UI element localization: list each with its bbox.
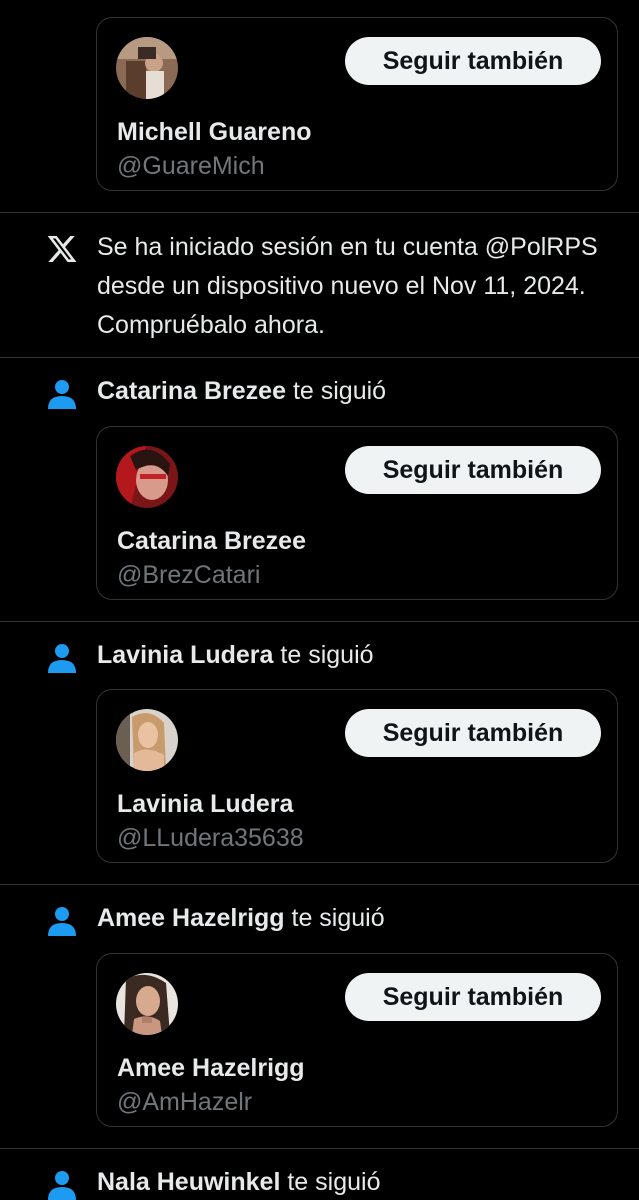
- follow-notification-text[interactable]: Amee Hazelrigg te siguió: [97, 904, 385, 933]
- divider: [0, 621, 639, 622]
- user-card-amee-hazelrigg[interactable]: Seguir también Amee Hazelrigg @AmHazelr: [96, 953, 618, 1127]
- avatar[interactable]: [116, 446, 178, 508]
- follow-action-text: te siguió: [292, 377, 387, 405]
- card-display-name[interactable]: Amee Hazelrigg: [117, 1054, 305, 1083]
- user-card-michell-guareno[interactable]: Seguir también Michell Guareno @GuareMic…: [96, 17, 618, 191]
- card-username[interactable]: @BrezCatari: [117, 561, 260, 590]
- user-card-lavinia-ludera[interactable]: Seguir también Lavinia Ludera @LLudera35…: [96, 689, 618, 863]
- follow-action-text: te siguió: [291, 904, 385, 932]
- person-icon: [48, 1171, 76, 1200]
- avatar[interactable]: [116, 709, 178, 771]
- person-icon: [48, 380, 76, 409]
- person-icon: [48, 907, 76, 936]
- x-logo-icon: [47, 236, 77, 262]
- person-icon: [49, 0, 75, 6]
- card-username[interactable]: @GuareMich: [117, 152, 265, 181]
- follow-action-text: te siguió: [280, 641, 374, 669]
- follow-notification-text[interactable]: Nala Heuwinkel te siguió: [97, 1168, 380, 1197]
- follow-back-button[interactable]: Seguir también: [345, 973, 601, 1021]
- follow-action-text: te siguió: [287, 1168, 381, 1196]
- follow-back-button[interactable]: Seguir también: [345, 446, 601, 494]
- card-display-name[interactable]: Lavinia Ludera: [117, 790, 293, 819]
- divider: [0, 357, 639, 358]
- divider: [0, 1148, 639, 1149]
- card-display-name[interactable]: Catarina Brezee: [117, 527, 306, 556]
- follow-back-button[interactable]: Seguir también: [345, 37, 601, 85]
- person-icon: [48, 644, 76, 673]
- card-username[interactable]: @LLudera35638: [117, 824, 304, 853]
- login-alert-text[interactable]: Se ha iniciado sesión en tu cuenta @PolR…: [97, 228, 627, 345]
- card-display-name[interactable]: Michell Guareno: [117, 118, 311, 147]
- card-username[interactable]: @AmHazelr: [117, 1088, 252, 1117]
- follower-name[interactable]: Catarina Brezee: [97, 377, 286, 405]
- follow-notification-text[interactable]: Catarina Brezee te siguió: [97, 377, 386, 406]
- avatar[interactable]: [116, 973, 178, 1035]
- follow-back-button[interactable]: Seguir también: [345, 709, 601, 757]
- follow-notification-text[interactable]: Lavinia Ludera te siguió: [97, 641, 374, 670]
- avatar[interactable]: [116, 37, 178, 99]
- follower-name[interactable]: Amee Hazelrigg: [97, 904, 285, 932]
- follower-name[interactable]: Lavinia Ludera: [97, 641, 273, 669]
- divider: [0, 212, 639, 213]
- follower-name[interactable]: Nala Heuwinkel: [97, 1168, 280, 1196]
- divider: [0, 884, 639, 885]
- user-card-catarina-brezee[interactable]: Seguir también Catarina Brezee @BrezCata…: [96, 426, 618, 600]
